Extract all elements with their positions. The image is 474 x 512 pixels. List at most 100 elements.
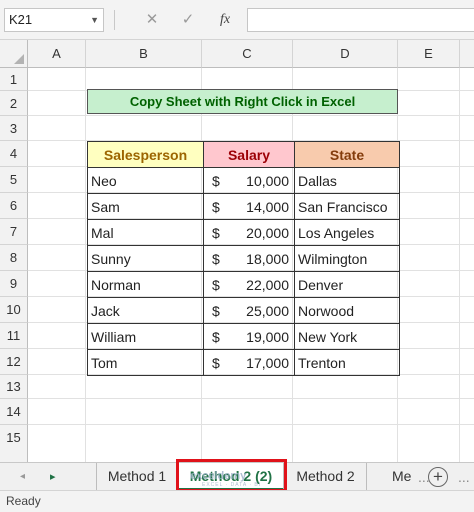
column-header-c[interactable]: C: [202, 40, 293, 68]
currency-symbol: $: [212, 354, 220, 371]
cell-salary[interactable]: $25,000: [203, 297, 295, 324]
cell-salary[interactable]: $10,000: [203, 167, 295, 194]
salary-amount: 14,000: [246, 198, 289, 215]
row-header-9[interactable]: 9: [0, 271, 28, 297]
cell-state[interactable]: Trenton: [294, 349, 400, 376]
watermark-name: exceldemy: [190, 470, 247, 482]
row-header-13[interactable]: 13: [0, 375, 28, 399]
row-header-5[interactable]: 5: [0, 167, 28, 193]
table-header-row: Salesperson Salary State: [87, 141, 400, 168]
tab-next-icon[interactable]: ▸: [50, 463, 56, 491]
cell-salesperson[interactable]: Sunny: [87, 245, 204, 272]
cell-salesperson[interactable]: Jack: [87, 297, 204, 324]
table-row: Norman $22,000 Denver: [87, 271, 400, 298]
column-header-a[interactable]: A: [28, 40, 86, 68]
row-header-6[interactable]: 6: [0, 193, 28, 219]
gridline: [28, 398, 474, 399]
currency-symbol: $: [212, 302, 220, 319]
tab-prev-icon[interactable]: ◂: [20, 463, 25, 491]
currency-symbol: $: [212, 328, 220, 345]
row-header-4[interactable]: 4: [0, 141, 28, 167]
formula-bar: K21 ▼ ✕ ✓ fx: [0, 0, 474, 40]
table-row: Mal $20,000 Los Angeles: [87, 219, 400, 246]
select-all-corner[interactable]: [0, 40, 28, 68]
row-header-15[interactable]: 15: [0, 425, 28, 462]
table-row: Tom $17,000 Trenton: [87, 349, 400, 376]
row-header-2[interactable]: 2: [0, 91, 28, 116]
enter-icon[interactable]: ✓: [176, 8, 200, 32]
column-header-e[interactable]: E: [398, 40, 460, 68]
select-all-icon: [14, 54, 24, 64]
cell-salesperson[interactable]: Tom: [87, 349, 204, 376]
salary-amount: 22,000: [246, 276, 289, 293]
row-header-11[interactable]: 11: [0, 323, 28, 349]
cell-state[interactable]: Denver: [294, 271, 400, 298]
currency-symbol: $: [212, 276, 220, 293]
status-text: Ready: [6, 494, 41, 508]
salary-amount: 25,000: [246, 302, 289, 319]
row-header-14[interactable]: 14: [0, 399, 28, 425]
cell-state[interactable]: New York: [294, 323, 400, 350]
sheet-title-cell[interactable]: Copy Sheet with Right Click in Excel: [87, 89, 398, 114]
name-box[interactable]: K21 ▼: [4, 8, 104, 32]
cell-salesperson[interactable]: Neo: [87, 167, 204, 194]
salary-amount: 17,000: [246, 354, 289, 371]
currency-symbol: $: [212, 172, 220, 189]
cell-salary[interactable]: $18,000: [203, 245, 295, 272]
row-header-7[interactable]: 7: [0, 219, 28, 245]
tab-method-2[interactable]: Method 2: [285, 463, 367, 491]
tab-method-1[interactable]: Method 1: [96, 463, 178, 491]
gridline: [85, 68, 86, 462]
add-sheet-icon[interactable]: +: [428, 467, 448, 487]
column-header-b[interactable]: B: [86, 40, 202, 68]
name-box-value: K21: [9, 12, 33, 27]
cell-state[interactable]: San Francisco: [294, 193, 400, 220]
cell-salesperson[interactable]: William: [87, 323, 204, 350]
header-salary[interactable]: Salary: [203, 141, 295, 168]
table-row: Neo $10,000 Dallas: [87, 167, 400, 194]
cell-salary[interactable]: $22,000: [203, 271, 295, 298]
cell-state[interactable]: Wilmington: [294, 245, 400, 272]
cell-salary[interactable]: $19,000: [203, 323, 295, 350]
cell-salesperson[interactable]: Mal: [87, 219, 204, 246]
salary-amount: 18,000: [246, 250, 289, 267]
column-header-f[interactable]: [460, 40, 474, 68]
cell-salary[interactable]: $20,000: [203, 219, 295, 246]
row-header-12[interactable]: 12: [0, 349, 28, 375]
insert-function-icon[interactable]: fx: [213, 8, 237, 32]
scroll-split-icon[interactable]: ...: [458, 463, 470, 491]
column-header-d[interactable]: D: [293, 40, 398, 68]
salary-amount: 20,000: [246, 224, 289, 241]
watermark-logo: exceldemy EXCEL · DATA · BI: [190, 470, 260, 488]
formula-input[interactable]: [247, 8, 474, 32]
gridline: [28, 424, 474, 425]
cell-state[interactable]: Los Angeles: [294, 219, 400, 246]
salary-amount: 10,000: [246, 172, 289, 189]
salary-amount: 19,000: [246, 328, 289, 345]
cell-salesperson[interactable]: Norman: [87, 271, 204, 298]
cell-state[interactable]: Norwood: [294, 297, 400, 324]
table-row: Sam $14,000 San Francisco: [87, 193, 400, 220]
tab-method-truncated[interactable]: Me: [388, 463, 415, 491]
cell-salary[interactable]: $14,000: [203, 193, 295, 220]
cell-salesperson[interactable]: Sam: [87, 193, 204, 220]
row-header-1[interactable]: 1: [0, 68, 28, 91]
currency-symbol: $: [212, 198, 220, 215]
data-table: Salesperson Salary State Neo $10,000 Dalla…: [87, 141, 400, 376]
cancel-icon[interactable]: ✕: [140, 8, 164, 32]
gridline: [459, 68, 460, 462]
status-bar: Ready: [0, 490, 474, 512]
row-header-10[interactable]: 10: [0, 297, 28, 323]
row-header-3[interactable]: 3: [0, 116, 28, 141]
table-body: Neo $10,000 Dallas Sam $14,000 San Francisco M…: [87, 167, 400, 376]
header-state[interactable]: State: [294, 141, 400, 168]
currency-symbol: $: [212, 224, 220, 241]
row-header-8[interactable]: 8: [0, 245, 28, 271]
gridline: [28, 115, 474, 116]
watermark-tagline: EXCEL · DATA · BI: [202, 482, 262, 488]
table-row: Sunny $18,000 Wilmington: [87, 245, 400, 272]
cell-salary[interactable]: $17,000: [203, 349, 295, 376]
cell-state[interactable]: Dallas: [294, 167, 400, 194]
header-salesperson[interactable]: Salesperson: [87, 141, 204, 168]
chevron-down-icon[interactable]: ▼: [90, 9, 99, 31]
